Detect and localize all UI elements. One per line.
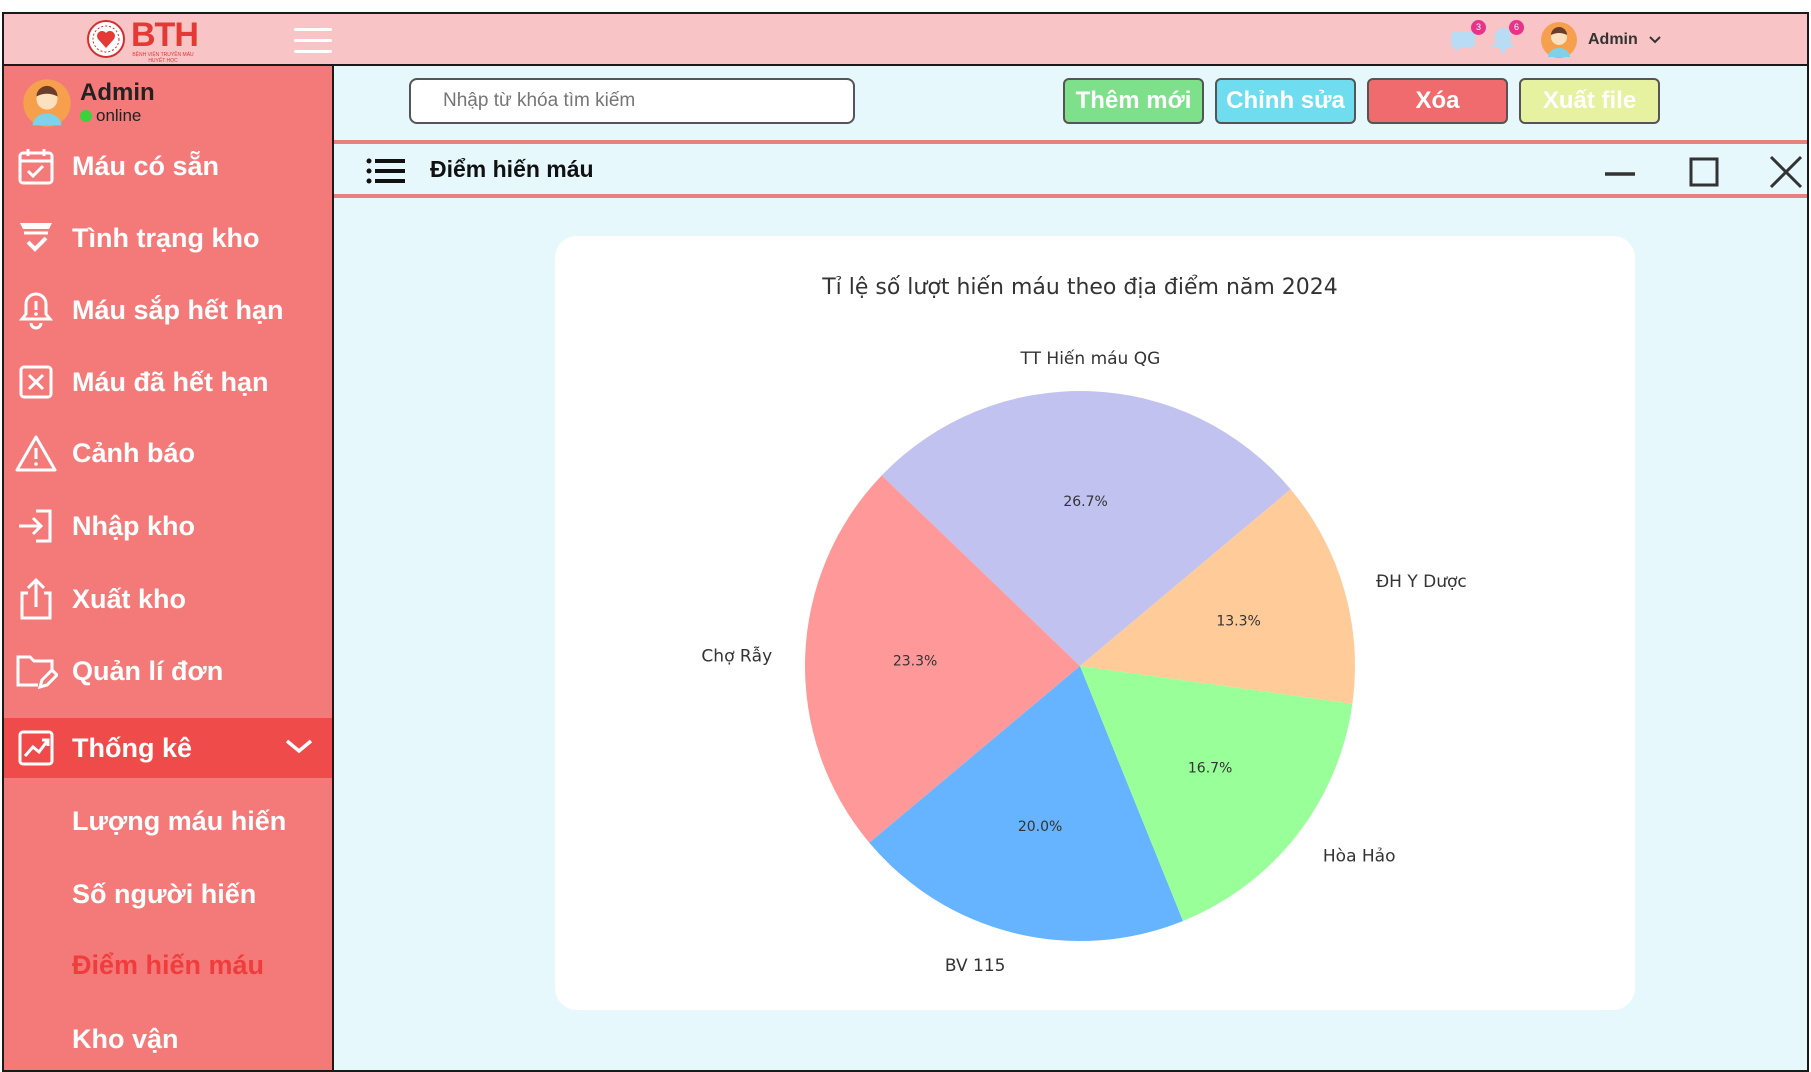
user-name: Admin [1588,31,1638,48]
subitem-donor-count[interactable]: Số người hiến [72,879,256,910]
list-icon[interactable] [366,158,406,184]
bell-badge: 6 [1509,20,1524,35]
sidebar-item-label: Nhập kho [72,510,196,541]
close-icon[interactable] [1766,152,1806,192]
slice-percent-label: 16.7% [1188,760,1232,776]
chat-badge: 3 [1471,20,1486,35]
sidebar-user-name: Admin [80,79,155,106]
hospital-logo[interactable]: BTH BỆNH VIỆN TRUYỀN MÁU HUYẾT HỌC [86,16,226,64]
minimize-icon[interactable] [1600,152,1640,192]
pie-chart: Tỉ lệ số lượt hiến máu theo địa điểm năm… [701,275,1467,976]
subitem-blood-volume[interactable]: Lượng máu hiến [72,806,286,837]
sidebar-user: Admin online [22,78,155,128]
sidebar: Admin online Máu có sẵn Tình trạng kho M… [4,66,334,1070]
filter-check-icon [14,216,58,260]
avatar [23,79,71,127]
sidebar-item-label: Quản lí đơn [72,655,224,686]
x-box-icon [14,360,58,404]
logo-text: BTH [131,16,199,54]
top-bar: BTH BỆNH VIỆN TRUYỀN MÁU HUYẾT HỌC 3 6 A… [4,14,1807,66]
panel-title: Điểm hiến máu [430,156,594,182]
warning-icon [14,431,58,475]
export-icon [14,577,58,621]
maximize-icon[interactable] [1684,152,1724,192]
chevron-down-icon [285,739,313,754]
user-menu[interactable]: Admin [1540,20,1662,60]
sidebar-item-stock-status[interactable]: Tình trạng kho [4,208,332,268]
panel-header: Điểm hiến máu [334,140,1807,198]
edit-button[interactable]: Chỉnh sửa [1215,78,1356,124]
slice-percent-label: 23.3% [893,653,937,669]
sidebar-item-import[interactable]: Nhập kho [4,496,332,556]
export-file-button[interactable]: Xuất file [1519,78,1660,124]
sidebar-item-label: Cảnh báo [72,437,196,468]
search-input[interactable] [409,78,855,124]
sidebar-item-expired-blood[interactable]: Máu đã hết hạn [4,352,332,412]
sidebar-item-label: Thống kê [72,732,192,763]
slice-category-label: Chợ Rẫy [701,646,772,667]
folder-edit-icon [14,649,58,693]
status-text: online [96,106,142,125]
menu-toggle-icon[interactable] [294,28,332,54]
slice-category-label: TT Hiến máu QG [1020,348,1161,369]
chevron-down-icon [1649,36,1661,44]
sidebar-item-label: Máu đã hết hạn [72,366,269,397]
chat-icon[interactable]: 3 [1450,20,1486,54]
avatar [1541,22,1577,58]
import-icon [14,504,58,548]
slice-category-label: BV 115 [945,956,1006,976]
chart-icon [14,726,58,770]
delete-button[interactable]: Xóa [1367,78,1508,124]
calendar-check-icon [14,144,58,188]
slice-percent-label: 20.0% [1018,819,1062,835]
chart-title: Tỉ lệ số lượt hiến máu theo địa điểm năm… [821,275,1338,300]
sidebar-item-label: Xuất kho [72,583,187,614]
slice-percent-label: 26.7% [1063,494,1107,510]
chart-card: Tỉ lệ số lượt hiến máu theo địa điểm năm… [555,236,1635,1010]
sidebar-item-expiring-blood[interactable]: Máu sắp hết hạn [4,280,332,340]
sidebar-item-label: Máu có sẵn [72,150,220,181]
slice-category-label: ĐH Y Dược [1376,572,1467,592]
sidebar-item-label: Tình trạng kho [72,222,260,253]
bell-alert-icon [14,288,58,332]
subitem-logistics[interactable]: Kho vận [72,1024,179,1055]
sidebar-item-export[interactable]: Xuất kho [4,569,332,629]
subitem-donation-sites[interactable]: Điểm hiến máu [72,950,264,981]
sidebar-item-available-blood[interactable]: Máu có sẵn [4,136,332,196]
sidebar-item-label: Máu sắp hết hạn [72,294,284,325]
slice-category-label: Hòa Hảo [1323,846,1396,866]
sidebar-item-statistics[interactable]: Thống kê [4,718,332,778]
sidebar-item-orders[interactable]: Quản lí đơn [4,641,332,701]
slice-percent-label: 13.3% [1216,613,1260,629]
bell-icon[interactable]: 6 [1488,20,1524,54]
app-window: BTH BỆNH VIỆN TRUYỀN MÁU HUYẾT HỌC 3 6 A… [2,12,1809,1072]
logo-subtitle: BỆNH VIỆN TRUYỀN MÁU HUYẾT HỌC [132,52,194,64]
online-dot-icon [80,110,92,122]
status-badge: online [80,106,155,126]
sidebar-item-warnings[interactable]: Cảnh báo [4,423,332,483]
add-button[interactable]: Thêm mới [1063,78,1204,124]
